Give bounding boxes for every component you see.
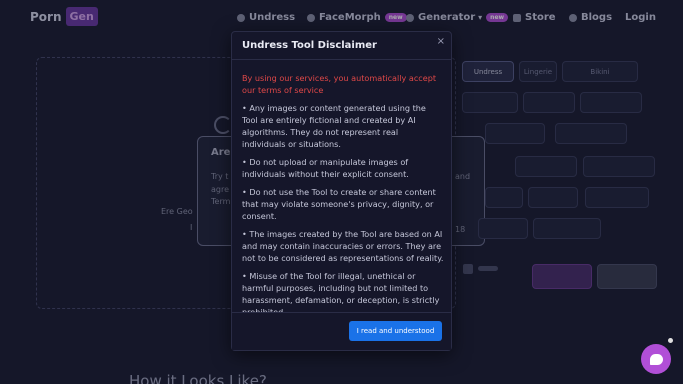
read-and-understood-button[interactable]: I read and understood xyxy=(349,321,442,341)
modal-body[interactable]: By using our services, you automatically… xyxy=(242,72,444,348)
disclaimer-point: • Any images or content generated using … xyxy=(242,103,426,149)
disclaimer-modal: Undress Tool Disclaimer × By using our s… xyxy=(231,31,452,351)
chat-widget-button[interactable] xyxy=(641,344,671,374)
disclaimer-point: • Misuse of the Tool for illegal, unethi… xyxy=(242,271,440,317)
modal-footer: I read and understood xyxy=(232,312,451,350)
chat-icon xyxy=(649,353,663,365)
modal-header: Undress Tool Disclaimer × xyxy=(232,32,451,60)
modal-title: Undress Tool Disclaimer xyxy=(242,40,377,51)
close-icon[interactable]: × xyxy=(437,36,445,47)
disclaimer-point: • The images created by the Tool are bas… xyxy=(242,229,444,263)
disclaimer-point: • Do not upload or manipulate images of … xyxy=(242,157,409,179)
chat-notification-dot xyxy=(668,338,673,343)
terms-warning: By using our services, you automatically… xyxy=(242,73,437,95)
disclaimer-point: • Do not use the Tool to create or share… xyxy=(242,187,436,221)
